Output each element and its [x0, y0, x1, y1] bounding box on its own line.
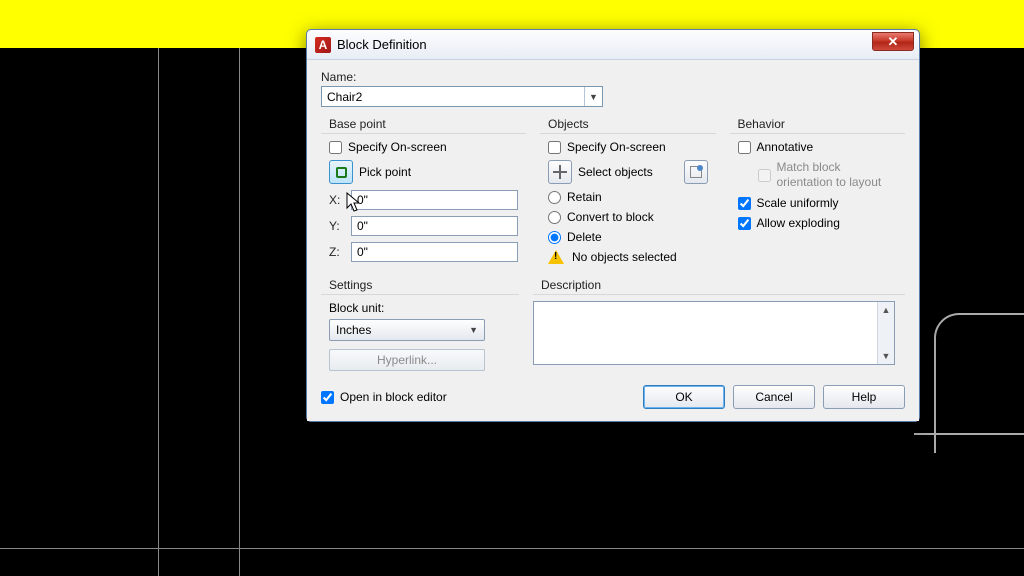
- scroll-up-icon[interactable]: ▲: [880, 304, 892, 316]
- description-box: ▲ ▼: [533, 301, 895, 365]
- block-unit-dropdown[interactable]: Inches ▼: [329, 319, 485, 341]
- base-point-group: Base point Specify On-screen Pick point …: [321, 115, 526, 268]
- retain-radio[interactable]: [548, 191, 561, 204]
- x-input[interactable]: [351, 190, 518, 210]
- description-textarea[interactable]: [534, 302, 877, 364]
- delete-radio[interactable]: [548, 231, 561, 244]
- specify-onscreen-objects[interactable]: Specify On-screen: [548, 140, 708, 154]
- objects-header: Objects: [540, 115, 716, 134]
- convert-option[interactable]: Convert to block: [548, 210, 708, 224]
- hyperlink-button[interactable]: Hyperlink...: [329, 349, 485, 371]
- name-field-row: Name: ▼: [321, 70, 905, 107]
- canvas-guide-line: [0, 548, 1024, 549]
- open-in-block-editor-checkbox[interactable]: [321, 391, 334, 404]
- help-button[interactable]: Help: [823, 385, 905, 409]
- open-in-block-editor-label: Open in block editor: [340, 390, 447, 404]
- behavior-group: Behavior Annotative Match block orientat…: [730, 115, 906, 268]
- allow-exploding-option[interactable]: Allow exploding: [738, 216, 898, 230]
- allow-exploding-label: Allow exploding: [757, 216, 840, 230]
- chair-drawing-fragment: [934, 313, 1024, 453]
- quick-select-icon: [690, 166, 702, 178]
- hyperlink-label: Hyperlink...: [377, 353, 437, 367]
- warning-label: No objects selected: [572, 250, 677, 264]
- retain-option[interactable]: Retain: [548, 190, 708, 204]
- description-scrollbar[interactable]: ▲ ▼: [877, 302, 894, 364]
- select-objects-icon: [553, 165, 567, 179]
- dialog-body: Name: ▼ Base point Specify On-screen: [307, 60, 919, 421]
- name-input[interactable]: [322, 87, 584, 106]
- retain-label: Retain: [567, 190, 602, 204]
- quick-select-button[interactable]: [684, 160, 708, 184]
- pick-point-button[interactable]: [329, 160, 353, 184]
- specify-onscreen-basepoint-checkbox[interactable]: [329, 141, 342, 154]
- y-label: Y:: [329, 219, 343, 233]
- name-label: Name:: [321, 70, 905, 84]
- z-label: Z:: [329, 245, 343, 259]
- annotative-option[interactable]: Annotative: [738, 140, 898, 154]
- scroll-down-icon[interactable]: ▼: [880, 350, 892, 362]
- name-combobox[interactable]: ▼: [321, 86, 603, 107]
- delete-label: Delete: [567, 230, 602, 244]
- specify-onscreen-objects-checkbox[interactable]: [548, 141, 561, 154]
- pick-point-label: Pick point: [359, 165, 411, 179]
- scale-uniformly-label: Scale uniformly: [757, 196, 839, 210]
- x-label: X:: [329, 193, 343, 207]
- block-unit-label: Block unit:: [329, 301, 511, 315]
- z-input[interactable]: [351, 242, 518, 262]
- close-button[interactable]: ✕: [872, 32, 914, 51]
- convert-label: Convert to block: [567, 210, 654, 224]
- delete-option[interactable]: Delete: [548, 230, 708, 244]
- warning-icon: [548, 250, 564, 264]
- open-in-block-editor-option[interactable]: Open in block editor: [321, 390, 447, 404]
- match-orientation-checkbox: [758, 169, 771, 182]
- canvas-guide-line: [239, 48, 240, 576]
- select-objects-button[interactable]: [548, 160, 572, 184]
- annotative-label: Annotative: [757, 140, 814, 154]
- ok-button[interactable]: OK: [643, 385, 725, 409]
- description-header: Description: [533, 276, 905, 295]
- select-objects-row: Select objects: [548, 160, 708, 184]
- match-orientation-option: Match block orientation to layout: [758, 160, 898, 190]
- annotative-checkbox[interactable]: [738, 141, 751, 154]
- block-unit-value: Inches: [336, 323, 371, 337]
- behavior-header: Behavior: [730, 115, 906, 134]
- objects-group: Objects Specify On-screen Select objects: [540, 115, 716, 268]
- allow-exploding-checkbox[interactable]: [738, 217, 751, 230]
- y-input[interactable]: [351, 216, 518, 236]
- settings-header: Settings: [321, 276, 519, 295]
- scale-uniformly-option[interactable]: Scale uniformly: [738, 196, 898, 210]
- scale-uniformly-checkbox[interactable]: [738, 197, 751, 210]
- canvas-guide-line: [158, 48, 159, 576]
- block-definition-dialog: A Block Definition ✕ Name: ▼ Base point …: [306, 29, 920, 422]
- chevron-down-icon: ▼: [469, 325, 478, 335]
- chair-drawing-fragment: [914, 433, 1024, 435]
- description-group: Description ▲ ▼: [533, 276, 905, 371]
- pick-point-row: Pick point: [329, 160, 518, 184]
- match-orientation-label: Match block orientation to layout: [777, 160, 898, 190]
- specify-onscreen-objects-label: Specify On-screen: [567, 140, 666, 154]
- dialog-title: Block Definition: [337, 37, 427, 52]
- select-objects-label: Select objects: [578, 165, 678, 179]
- autocad-app-icon: A: [315, 37, 331, 53]
- dialog-title-bar[interactable]: A Block Definition ✕: [307, 30, 919, 60]
- specify-onscreen-basepoint-label: Specify On-screen: [348, 140, 447, 154]
- settings-group: Settings Block unit: Inches ▼ Hyperlink.…: [321, 276, 519, 371]
- chevron-down-icon[interactable]: ▼: [584, 87, 602, 106]
- specify-onscreen-basepoint[interactable]: Specify On-screen: [329, 140, 518, 154]
- pick-point-icon: [336, 167, 347, 178]
- dialog-footer: Open in block editor OK Cancel Help: [321, 385, 905, 409]
- base-point-header: Base point: [321, 115, 526, 134]
- no-objects-warning: No objects selected: [548, 250, 708, 264]
- cancel-button[interactable]: Cancel: [733, 385, 815, 409]
- convert-radio[interactable]: [548, 211, 561, 224]
